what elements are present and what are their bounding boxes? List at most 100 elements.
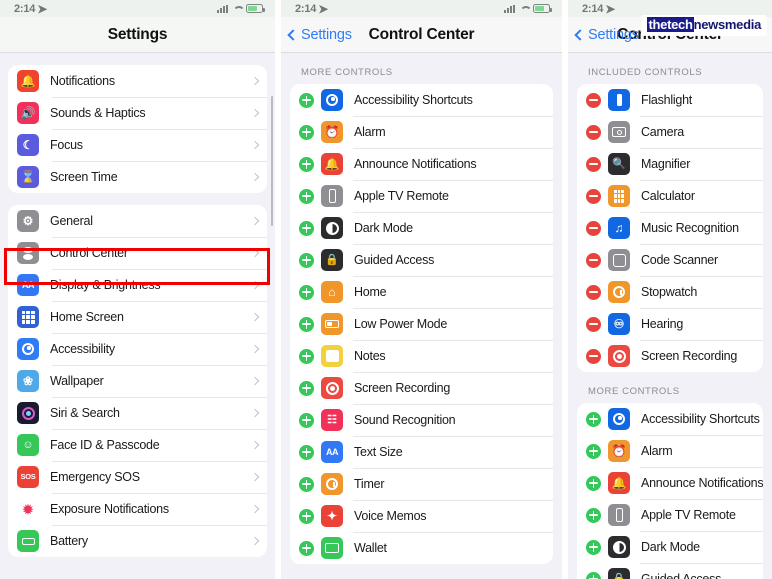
add-control-button[interactable] bbox=[299, 540, 314, 556]
settings-row-siri-search[interactable]: Siri & Search bbox=[8, 397, 267, 429]
wifi-icon bbox=[519, 5, 529, 13]
control-row-text-size[interactable]: AA Text Size bbox=[290, 436, 553, 468]
control-row-sound-recognition[interactable]: ☷ Sound Recognition bbox=[290, 404, 553, 436]
shazam-icon: ♫ bbox=[608, 217, 630, 239]
add-control-button[interactable] bbox=[586, 507, 601, 523]
status-time-text: 2:14 bbox=[14, 2, 36, 15]
control-row-notes[interactable]: Notes bbox=[290, 340, 553, 372]
row-label: Text Size bbox=[354, 445, 403, 459]
add-control-button[interactable] bbox=[299, 252, 314, 268]
status-time-text: 2:14 bbox=[295, 2, 317, 15]
remove-control-button[interactable] bbox=[586, 124, 601, 140]
control-row-alarm[interactable]: ⏰ Alarm bbox=[290, 116, 553, 148]
settings-row-general[interactable]: ⚙ General bbox=[8, 205, 267, 237]
control-row-hearing[interactable]: ♾ Hearing bbox=[577, 308, 763, 340]
home-icon: ⌂ bbox=[321, 281, 343, 303]
control-row-accessibility-shortcuts[interactable]: Accessibility Shortcuts bbox=[290, 84, 553, 116]
control-row-screen-recording[interactable]: Screen Recording bbox=[577, 340, 763, 372]
settings-scroll-body[interactable]: 🔔 Notifications 🔊 Sounds & Haptics ☾ Focus ⌛ Sc… bbox=[0, 53, 275, 579]
settings-row-accessibility[interactable]: Accessibility bbox=[8, 333, 267, 365]
remove-control-button[interactable] bbox=[586, 316, 601, 332]
add-control-button[interactable] bbox=[299, 284, 314, 300]
add-control-button[interactable] bbox=[299, 444, 314, 460]
control-row-guided-access[interactable]: 🔒 Guided Access bbox=[577, 563, 763, 579]
remove-control-button[interactable] bbox=[586, 252, 601, 268]
back-button[interactable]: Settings bbox=[287, 27, 352, 43]
remove-control-button[interactable] bbox=[586, 188, 601, 204]
add-control-button[interactable] bbox=[299, 156, 314, 172]
control-row-camera[interactable]: Camera bbox=[577, 116, 763, 148]
settings-row-focus[interactable]: ☾ Focus bbox=[8, 129, 267, 161]
settings-row-face-id-passcode[interactable]: ☺ Face ID & Passcode bbox=[8, 429, 267, 461]
control-row-stopwatch[interactable]: Stopwatch bbox=[577, 276, 763, 308]
remove-control-button[interactable] bbox=[586, 220, 601, 236]
add-control-button[interactable] bbox=[299, 348, 314, 364]
remove-control-button[interactable] bbox=[586, 284, 601, 300]
settings-row-home-screen[interactable]: Home Screen bbox=[8, 301, 267, 333]
accessibility-icon bbox=[608, 408, 630, 430]
chevron-right-icon bbox=[250, 504, 260, 514]
settings-row-sounds-haptics[interactable]: 🔊 Sounds & Haptics bbox=[8, 97, 267, 129]
add-control-button[interactable] bbox=[299, 380, 314, 396]
add-control-button[interactable] bbox=[299, 220, 314, 236]
control-row-accessibility-shortcuts[interactable]: Accessibility Shortcuts bbox=[577, 403, 763, 435]
control-row-announce-notifications[interactable]: 🔔 Announce Notifications bbox=[577, 467, 763, 499]
add-control-button[interactable] bbox=[299, 316, 314, 332]
flashlight-icon bbox=[608, 89, 630, 111]
control-row-voice-memos[interactable]: ✦ Voice Memos bbox=[290, 500, 553, 532]
control-row-guided-access[interactable]: 🔒 Guided Access bbox=[290, 244, 553, 276]
back-button[interactable]: Settings bbox=[574, 26, 639, 43]
wallpaper-icon: ❀ bbox=[17, 370, 39, 392]
control-row-home[interactable]: ⌂ Home bbox=[290, 276, 553, 308]
row-label: Accessibility Shortcuts bbox=[641, 412, 760, 426]
control-row-announce-notifications[interactable]: 🔔 Announce Notifications bbox=[290, 148, 553, 180]
control-row-flashlight[interactable]: Flashlight bbox=[577, 84, 763, 116]
settings-row-wallpaper[interactable]: ❀ Wallpaper bbox=[8, 365, 267, 397]
nav-bar-control-center: Settings Control Center bbox=[281, 17, 562, 53]
remove-control-button[interactable] bbox=[586, 156, 601, 172]
settings-row-control-center[interactable]: Control Center bbox=[8, 237, 267, 269]
control-row-wallet[interactable]: Wallet bbox=[290, 532, 553, 564]
lock-icon: 🔒 bbox=[608, 568, 630, 579]
back-button-label: Settings bbox=[588, 26, 639, 43]
scroll-indicator[interactable] bbox=[270, 96, 273, 226]
control-row-code-scanner[interactable]: Code Scanner bbox=[577, 244, 763, 276]
control-row-apple-tv-remote[interactable]: Apple TV Remote bbox=[290, 180, 553, 212]
add-control-button[interactable] bbox=[299, 508, 314, 524]
control-row-low-power-mode[interactable]: Low Power Mode bbox=[290, 308, 553, 340]
add-control-button[interactable] bbox=[299, 124, 314, 140]
add-control-button[interactable] bbox=[586, 411, 601, 427]
control-row-dark-mode[interactable]: Dark Mode bbox=[290, 212, 553, 244]
settings-row-emergency-sos[interactable]: SOS Emergency SOS bbox=[8, 461, 267, 493]
settings-group-1: 🔔 Notifications 🔊 Sounds & Haptics ☾ Focus ⌛ Sc… bbox=[8, 65, 267, 193]
control-row-music-recognition[interactable]: ♫ Music Recognition bbox=[577, 212, 763, 244]
control-center-scroll-body[interactable]: MORE CONTROLS Accessibility Shortcuts ⏰ Ala… bbox=[281, 53, 562, 579]
add-control-button[interactable] bbox=[586, 571, 601, 579]
add-control-button[interactable] bbox=[299, 412, 314, 428]
control-row-dark-mode[interactable]: Dark Mode bbox=[577, 531, 763, 563]
row-label: Display & Brightness bbox=[50, 278, 161, 292]
add-control-button[interactable] bbox=[586, 539, 601, 555]
add-control-button[interactable] bbox=[586, 443, 601, 459]
settings-row-exposure-notifications[interactable]: ✹ Exposure Notifications bbox=[8, 493, 267, 525]
location-arrow-icon: ➤ bbox=[318, 1, 329, 16]
settings-row-screen-time[interactable]: ⌛ Screen Time bbox=[8, 161, 267, 193]
remove-control-button[interactable] bbox=[586, 348, 601, 364]
add-control-button[interactable] bbox=[299, 476, 314, 492]
control-row-screen-recording[interactable]: Screen Recording bbox=[290, 372, 553, 404]
control-row-apple-tv-remote[interactable]: Apple TV Remote bbox=[577, 499, 763, 531]
add-control-button[interactable] bbox=[586, 475, 601, 491]
status-bar: 2:14 ➤ bbox=[281, 0, 562, 17]
control-center-scroll-body[interactable]: INCLUDED CONTROLS Flashlight Camera 🔍 Magnif… bbox=[568, 53, 772, 579]
control-row-calculator[interactable]: Calculator bbox=[577, 180, 763, 212]
settings-row-display-brightness[interactable]: AA Display & Brightness bbox=[8, 269, 267, 301]
control-row-timer[interactable]: Timer bbox=[290, 468, 553, 500]
control-row-alarm[interactable]: ⏰ Alarm bbox=[577, 435, 763, 467]
settings-row-battery[interactable]: Battery bbox=[8, 525, 267, 557]
add-control-button[interactable] bbox=[299, 92, 314, 108]
settings-row-notifications[interactable]: 🔔 Notifications bbox=[8, 65, 267, 97]
remove-control-button[interactable] bbox=[586, 92, 601, 108]
add-control-button[interactable] bbox=[299, 188, 314, 204]
chevron-right-icon bbox=[250, 376, 260, 386]
control-row-magnifier[interactable]: 🔍 Magnifier bbox=[577, 148, 763, 180]
